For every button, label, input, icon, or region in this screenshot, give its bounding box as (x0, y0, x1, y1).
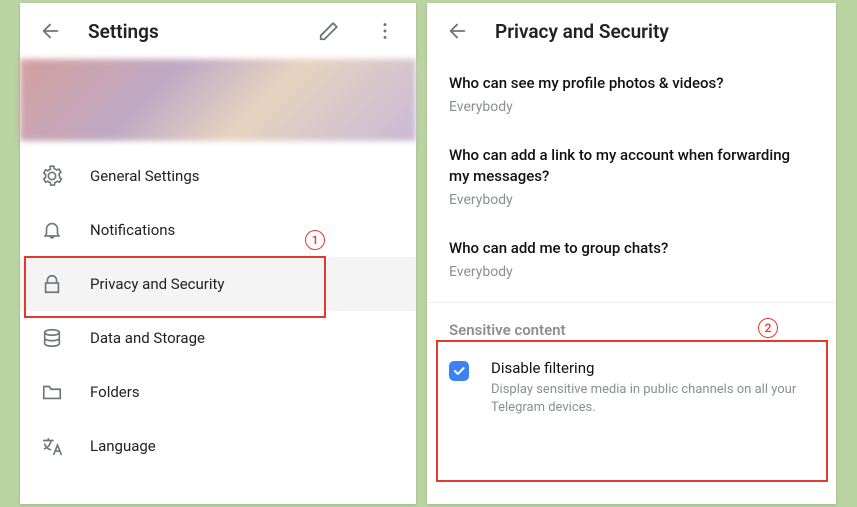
sidebar-item-data[interactable]: Data and Storage (20, 311, 416, 365)
sidebar-item-label: Privacy and Security (90, 275, 225, 293)
more-button[interactable] (366, 12, 404, 50)
sidebar-item-language[interactable]: Language (20, 419, 416, 473)
privacy-header: Privacy and Security (427, 3, 836, 59)
edit-button[interactable] (310, 12, 348, 50)
folder-icon (40, 380, 64, 404)
annotation-badge-2: 2 (758, 318, 778, 338)
back-button[interactable] (439, 12, 477, 50)
disable-filtering-desc: Display sensitive media in public channe… (491, 381, 814, 416)
privacy-row-photos[interactable]: Who can see my profile photos & videos? … (427, 59, 836, 131)
arrow-left-icon (447, 20, 469, 42)
profile-banner[interactable] (20, 59, 416, 141)
settings-panel: Settings General Settings Notifications … (20, 3, 416, 504)
disable-filtering-text: Disable filtering Display sensitive medi… (491, 359, 814, 416)
sidebar-item-label: General Settings (90, 167, 200, 185)
check-icon (452, 364, 466, 378)
bell-icon (40, 218, 64, 242)
sidebar-item-folders[interactable]: Folders (20, 365, 416, 419)
settings-header: Settings (20, 3, 416, 59)
annotation-badge-1: 1 (305, 230, 325, 250)
sidebar-item-label: Folders (90, 383, 140, 401)
privacy-row-value: Everybody (449, 99, 814, 115)
privacy-row-label: Who can see my profile photos & videos? (449, 73, 814, 93)
privacy-row-forwarding[interactable]: Who can add a link to my account when fo… (427, 131, 836, 224)
privacy-row-groups[interactable]: Who can add me to group chats? Everybody (427, 224, 836, 296)
settings-title: Settings (88, 20, 292, 43)
back-button[interactable] (32, 12, 70, 50)
arrow-left-icon (40, 20, 62, 42)
sidebar-item-label: Notifications (90, 221, 175, 239)
sidebar-item-label: Language (90, 437, 156, 455)
settings-menu: General Settings Notifications Privacy a… (20, 141, 416, 473)
disable-filtering-checkbox[interactable] (449, 361, 469, 381)
privacy-row-label: Who can add a link to my account when fo… (449, 145, 814, 186)
lock-icon (40, 272, 64, 296)
privacy-row-value: Everybody (449, 192, 814, 208)
disable-filtering-label: Disable filtering (491, 359, 814, 377)
sidebar-item-general[interactable]: General Settings (20, 149, 416, 203)
disable-filtering-row[interactable]: Disable filtering Display sensitive medi… (427, 349, 836, 432)
sidebar-item-label: Data and Storage (90, 329, 205, 347)
pencil-icon (318, 20, 340, 42)
sidebar-item-privacy[interactable]: Privacy and Security (20, 257, 416, 311)
gear-icon (40, 164, 64, 188)
database-icon (40, 326, 64, 350)
privacy-row-value: Everybody (449, 264, 814, 280)
sidebar-item-notifications[interactable]: Notifications (20, 203, 416, 257)
language-icon (40, 434, 64, 458)
privacy-panel: Privacy and Security Who can see my prof… (427, 3, 836, 504)
privacy-row-label: Who can add me to group chats? (449, 238, 814, 258)
privacy-title: Privacy and Security (495, 20, 824, 43)
more-vertical-icon (374, 20, 396, 42)
